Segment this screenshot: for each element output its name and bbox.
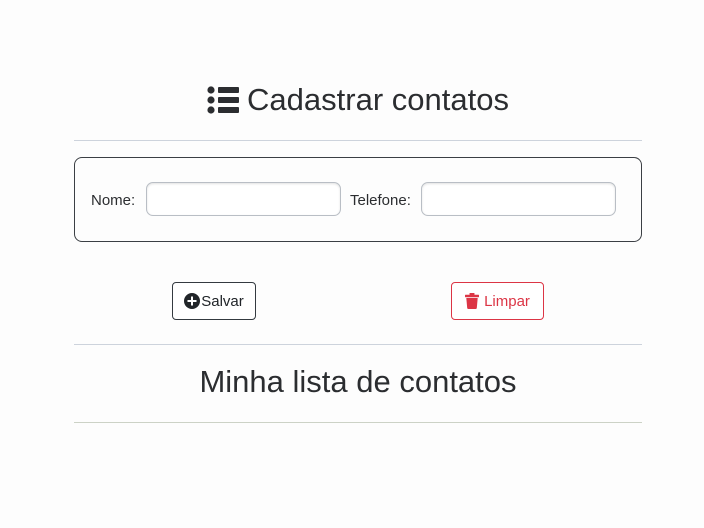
save-button-label: Salvar [201, 292, 244, 310]
page: Cadastrar contatos Nome: Telefone: Salva… [0, 0, 704, 528]
name-label: Nome: [91, 192, 136, 209]
phone-label: Telefone: [350, 192, 411, 209]
name-input[interactable] [146, 182, 341, 216]
divider [74, 344, 642, 345]
divider [74, 422, 642, 423]
list-icon [207, 86, 240, 114]
trash-icon [465, 293, 480, 309]
clear-button-label: Limpar [484, 292, 530, 310]
page-title-text: Cadastrar contatos [247, 82, 509, 117]
plus-circle-icon [184, 293, 201, 309]
clear-button[interactable]: Limpar [451, 282, 544, 320]
divider [74, 140, 642, 141]
contact-list-title: Minha lista de contatos [199, 364, 517, 399]
save-button[interactable]: Salvar [172, 282, 256, 320]
phone-input[interactable] [421, 182, 616, 216]
page-title: Cadastrar contatos [74, 80, 642, 120]
